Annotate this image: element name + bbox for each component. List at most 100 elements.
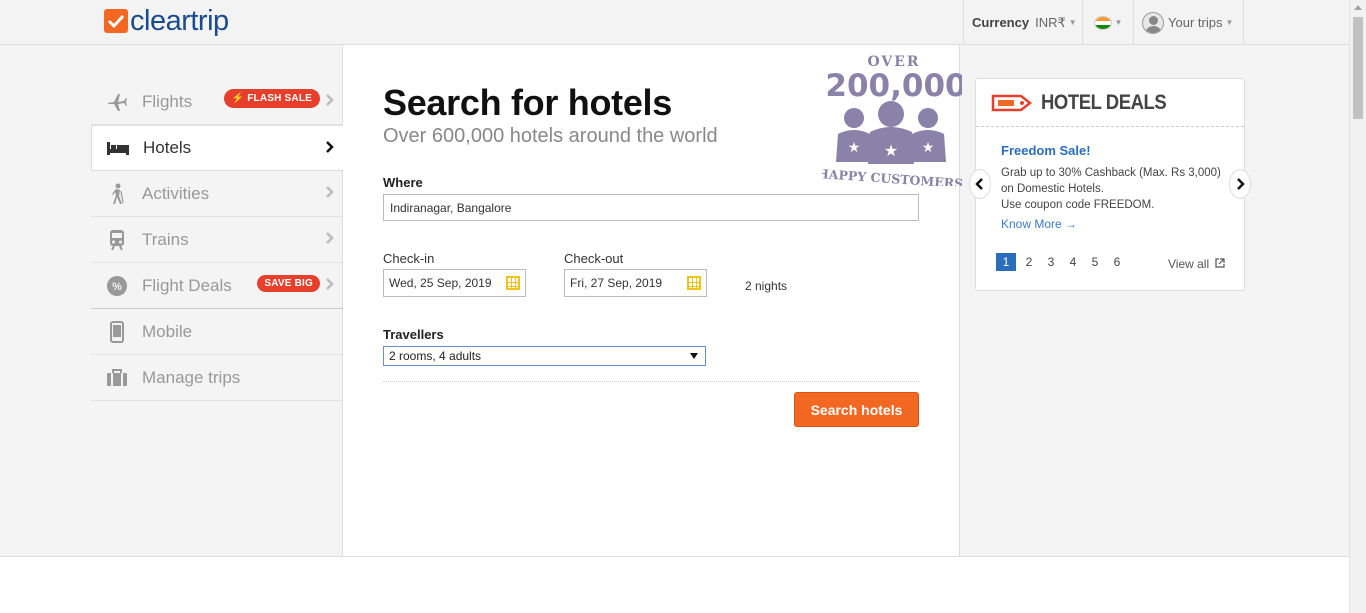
external-link-icon bbox=[1215, 258, 1226, 268]
flash-sale-badge: ⚡ FLASH SALE bbox=[223, 89, 320, 108]
checkout-input[interactable]: Fri, 27 Sep, 2019 bbox=[564, 269, 707, 297]
view-all-label: View all bbox=[1168, 257, 1210, 271]
hiker-icon bbox=[105, 183, 129, 205]
your-trips-label: Your trips bbox=[1168, 15, 1223, 30]
chevron-right-icon bbox=[326, 141, 334, 153]
chevron-right-icon bbox=[326, 94, 334, 106]
header-menu: Currency INR₹ ▼ ▼ Your trips ▼ bbox=[963, 0, 1244, 45]
checkout-label: Check-out bbox=[564, 251, 624, 266]
nav-label: Mobile bbox=[142, 321, 193, 341]
country-selector[interactable]: ▼ bbox=[1082, 0, 1133, 45]
calendar-icon[interactable] bbox=[687, 276, 701, 290]
briefcase-icon bbox=[105, 367, 129, 389]
deal-description: Grab up to 30% Cashback (Max. Rs 3,000) … bbox=[1001, 165, 1236, 213]
page-button-1[interactable]: 1 bbox=[996, 253, 1016, 271]
page-button-4[interactable]: 4 bbox=[1062, 253, 1084, 271]
logo[interactable]: cleartrip bbox=[104, 6, 229, 36]
deals-prev-button[interactable] bbox=[969, 169, 991, 199]
deals-title: HOTEL DEALS bbox=[1041, 90, 1167, 114]
percent-badge-icon: % bbox=[105, 275, 129, 297]
stamp-caption: HAPPY CUSTOMERS bbox=[822, 166, 962, 186]
currency-label: Currency bbox=[972, 15, 1030, 30]
user-avatar-icon bbox=[1142, 11, 1164, 34]
logo-check-icon bbox=[104, 9, 128, 33]
train-icon bbox=[105, 229, 129, 251]
happy-customers-stamp: OVER 200,000 ★ ★ ★ HAPPY CUSTOMERS bbox=[822, 54, 962, 186]
deal-desc-text: Grab up to 30% Cashback (Max. Rs 3,000) … bbox=[1001, 167, 1221, 195]
your-trips-menu[interactable]: Your trips ▼ bbox=[1133, 0, 1244, 45]
mobile-phone-icon bbox=[105, 320, 129, 343]
know-more-link[interactable]: Know More → bbox=[1001, 217, 1077, 231]
svg-text:%: % bbox=[112, 281, 122, 293]
nav-label: Trains bbox=[142, 229, 189, 249]
nights-count: 2 nights bbox=[745, 279, 788, 293]
deal-code-text: Use coupon code FREEDOM. bbox=[1001, 199, 1155, 211]
divider bbox=[0, 556, 1349, 557]
svg-text:★: ★ bbox=[922, 139, 935, 155]
chevron-right-icon bbox=[326, 186, 334, 198]
currency-selector[interactable]: Currency INR₹ ▼ bbox=[963, 0, 1082, 45]
nav-item-hotels[interactable]: Hotels bbox=[91, 125, 343, 171]
save-big-badge: SAVE BIG bbox=[257, 275, 320, 292]
bed-icon bbox=[106, 137, 130, 159]
chevron-down-icon: ▼ bbox=[1225, 18, 1234, 27]
calendar-icon[interactable] bbox=[506, 276, 520, 290]
chevron-left-icon bbox=[975, 178, 983, 190]
deal-name[interactable]: Freedom Sale! bbox=[1001, 143, 1091, 158]
hotel-deals-widget: HOTEL DEALS Freedom Sale! Grab up to 30%… bbox=[975, 78, 1245, 291]
logo-text: cleartrip bbox=[130, 5, 229, 37]
nav-item-flight-deals[interactable]: % Flight Deals SAVE BIG bbox=[91, 263, 343, 309]
people-icon: ★ ★ ★ bbox=[836, 101, 946, 164]
nav-item-mobile[interactable]: Mobile bbox=[91, 309, 343, 355]
deals-header: HOTEL DEALS bbox=[976, 79, 1244, 127]
stamp-count: 200,000 bbox=[825, 68, 962, 104]
checkin-input[interactable]: Wed, 25 Sep, 2019 bbox=[383, 269, 526, 297]
nav-label: Flights bbox=[142, 91, 193, 111]
ticket-tag-icon bbox=[991, 94, 1033, 111]
scroll-thumb[interactable] bbox=[1353, 17, 1363, 119]
where-label: Where bbox=[383, 175, 423, 190]
page-button-2[interactable]: 2 bbox=[1018, 253, 1040, 271]
chevron-right-icon bbox=[1237, 178, 1245, 190]
svg-text:★: ★ bbox=[848, 139, 861, 155]
india-flag-icon bbox=[1093, 15, 1112, 30]
currency-value: INR₹ bbox=[1035, 14, 1066, 30]
chevron-down-icon: ▼ bbox=[1068, 18, 1077, 27]
dropdown-arrow-icon bbox=[690, 353, 698, 359]
svg-text:★: ★ bbox=[884, 143, 898, 160]
badge-text: FLASH SALE bbox=[247, 93, 312, 104]
product-nav: Flights ⚡ FLASH SALE Hotels Activities T… bbox=[91, 79, 343, 401]
nav-item-flights[interactable]: Flights ⚡ FLASH SALE bbox=[91, 79, 343, 125]
chevron-down-icon: ▼ bbox=[1114, 18, 1123, 27]
page-scrollbar[interactable] bbox=[1349, 0, 1366, 613]
travellers-label: Travellers bbox=[383, 327, 444, 342]
plane-icon bbox=[105, 91, 129, 113]
where-input[interactable]: Indiranagar, Bangalore bbox=[383, 194, 919, 221]
page-title: Search for hotels bbox=[383, 82, 672, 123]
nav-label: Hotels bbox=[143, 138, 192, 157]
checkout-value: Fri, 27 Sep, 2019 bbox=[570, 276, 663, 290]
travellers-value: 2 rooms, 4 adults bbox=[389, 349, 482, 363]
scroll-up-arrow-icon[interactable] bbox=[1354, 5, 1362, 10]
nav-label: Manage trips bbox=[142, 367, 241, 387]
nav-item-manage-trips[interactable]: Manage trips bbox=[91, 355, 343, 401]
top-bar: cleartrip Currency INR₹ ▼ ▼ Your trips ▼ bbox=[0, 0, 1349, 45]
nav-item-activities[interactable]: Activities bbox=[91, 171, 343, 217]
divider bbox=[383, 381, 919, 382]
page-button-5[interactable]: 5 bbox=[1084, 253, 1106, 271]
chevron-right-icon bbox=[326, 232, 334, 244]
nav-item-trains[interactable]: Trains bbox=[91, 217, 343, 263]
view-all-link[interactable]: View all bbox=[1168, 257, 1226, 271]
page-button-3[interactable]: 3 bbox=[1040, 253, 1062, 271]
chevron-right-icon bbox=[326, 278, 334, 290]
deals-pagination: 1 2 3 4 5 6 bbox=[996, 253, 1128, 271]
deals-next-button[interactable] bbox=[1229, 169, 1251, 199]
page-subtitle: Over 600,000 hotels around the world bbox=[383, 125, 718, 147]
page-button-6[interactable]: 6 bbox=[1106, 253, 1128, 271]
travellers-select[interactable]: 2 rooms, 4 adults bbox=[383, 346, 706, 366]
checkin-label: Check-in bbox=[383, 251, 435, 266]
nav-label: Activities bbox=[142, 183, 210, 203]
nav-label: Flight Deals bbox=[142, 275, 232, 295]
search-hotels-button[interactable]: Search hotels bbox=[794, 392, 919, 427]
checkin-value: Wed, 25 Sep, 2019 bbox=[389, 276, 492, 290]
